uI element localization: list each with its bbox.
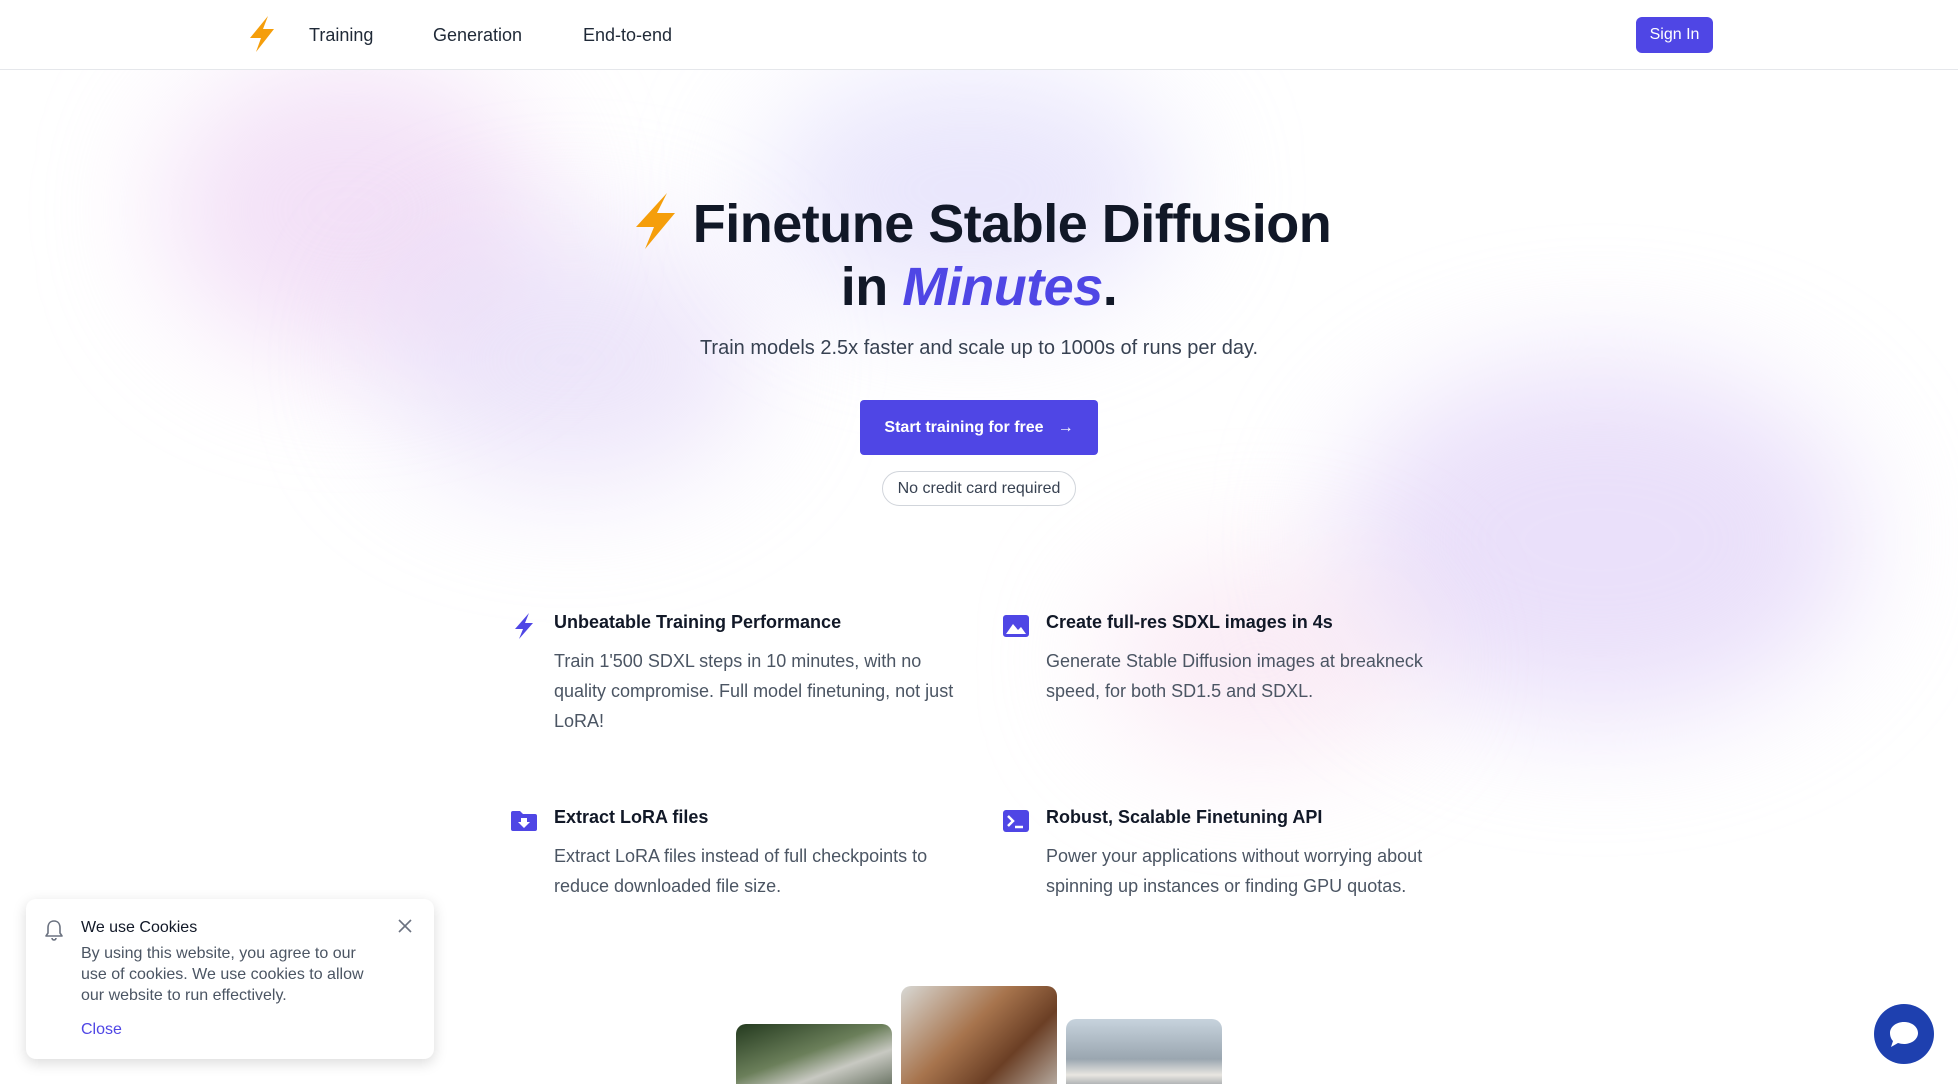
hero-bolt-icon [635, 193, 675, 249]
feature-text: Extract LoRA files instead of full check… [554, 846, 928, 896]
nav-end-to-end[interactable]: End-to-end [583, 24, 672, 46]
cookie-popup: We use Cookies By using this website, yo… [26, 899, 434, 1059]
logo-bolt-icon[interactable] [244, 14, 280, 54]
feature-text: Generate Stable Diffusion images at brea… [1046, 651, 1423, 701]
cta-label: Start training for free [884, 418, 1044, 436]
sample-image [901, 986, 1057, 1084]
no-credit-card-badge: No credit card required [882, 471, 1076, 506]
sample-image [1066, 1019, 1222, 1084]
hero-title-minutes: Minutes [902, 257, 1103, 317]
cookie-close-link[interactable]: Close [81, 1021, 122, 1039]
hero-title-period: . [1102, 257, 1118, 317]
feature-text: Train 1'500 SDXL steps in 10 minutes, wi… [554, 651, 954, 731]
sign-in-button[interactable]: Sign In [1636, 17, 1713, 53]
folder-download-icon [511, 811, 537, 831]
cookie-text: By using this website, you agree to our … [81, 945, 364, 1004]
hero-title-line2: in Minutes. [0, 256, 1958, 318]
feature-title: Robust, Scalable Finetuning API [1046, 807, 1323, 827]
chat-button[interactable] [1874, 1004, 1934, 1064]
feature-title: Create full-res SDXL images in 4s [1046, 612, 1333, 632]
nav-training[interactable]: Training [309, 24, 373, 46]
top-navbar: Training Generation End-to-end Sign In [0, 0, 1958, 70]
terminal-icon [1003, 810, 1029, 832]
bell-icon [45, 920, 63, 941]
arrow-right-icon: → [1057, 418, 1074, 436]
hero-title-in: in [840, 257, 903, 317]
hero-title-line1: Finetune Stable Diffusion [692, 194, 1332, 254]
feature-text: Power your applications without worrying… [1046, 846, 1423, 896]
feature-title: Extract LoRA files [554, 807, 709, 827]
hero-title: Finetune Stable Diffusion [0, 190, 1958, 255]
sample-image [736, 1024, 892, 1084]
chat-icon [1890, 1022, 1918, 1047]
nav-generation[interactable]: Generation [433, 24, 522, 46]
start-training-button[interactable]: Start training for free → [860, 400, 1098, 455]
feature-title: Unbeatable Training Performance [554, 612, 842, 632]
image-icon [1003, 615, 1029, 637]
cookie-title: We use Cookies [81, 919, 198, 936]
close-icon[interactable] [396, 917, 414, 935]
hero-subtitle: Train models 2.5x faster and scale up to… [699, 337, 1259, 359]
bolt-icon [515, 613, 533, 639]
